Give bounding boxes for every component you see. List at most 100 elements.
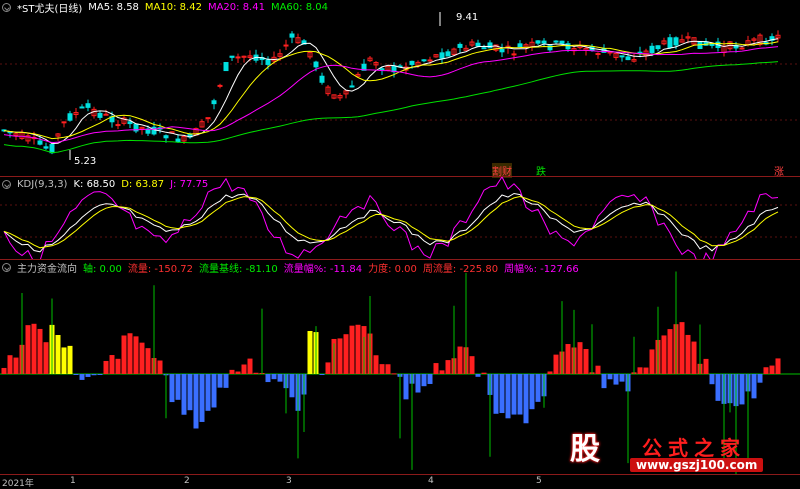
candle-body bbox=[457, 43, 463, 48]
logo-badge: 股 bbox=[570, 432, 600, 467]
flow-bar bbox=[97, 374, 103, 375]
flow-bar bbox=[715, 374, 721, 401]
flow-bar bbox=[169, 374, 175, 403]
logo-url: www.gszj100.com bbox=[630, 458, 764, 472]
flow-bar bbox=[763, 367, 769, 374]
candle-body bbox=[535, 40, 541, 44]
flow-bar bbox=[145, 348, 151, 374]
flow-bar bbox=[757, 374, 763, 383]
flow-bar bbox=[85, 374, 91, 377]
flow-bar bbox=[391, 373, 397, 375]
flow-bar bbox=[31, 323, 37, 374]
flow-bar bbox=[37, 328, 43, 374]
candle-body bbox=[319, 75, 325, 83]
candle-body bbox=[511, 53, 517, 56]
flow-bar bbox=[709, 374, 715, 385]
flow-bar bbox=[691, 341, 697, 374]
flow-bar bbox=[223, 374, 229, 388]
flow-bar bbox=[493, 374, 499, 414]
flow-bar bbox=[439, 370, 445, 374]
candle-body bbox=[79, 106, 85, 109]
candle-body bbox=[313, 61, 319, 68]
flow-bar bbox=[679, 322, 685, 374]
flow-bar bbox=[253, 372, 259, 374]
candle-body bbox=[49, 144, 55, 154]
flow-bar bbox=[211, 374, 217, 408]
flow-bar bbox=[217, 374, 223, 388]
candle-body bbox=[541, 40, 547, 44]
flow-bar bbox=[277, 374, 283, 382]
flow-bar bbox=[535, 374, 541, 402]
flow-bar bbox=[109, 355, 115, 374]
flow-bar bbox=[649, 349, 655, 374]
candle-body bbox=[163, 135, 169, 139]
flow-bar bbox=[121, 335, 127, 374]
candle-body bbox=[625, 56, 631, 61]
flow-bar bbox=[517, 374, 523, 415]
flow-bar bbox=[547, 371, 553, 374]
flow-bar bbox=[133, 336, 139, 374]
kdj-panel[interactable]: KDJ(9,3,3) K: 68.50 D: 63.87 J: 77.75 bbox=[0, 177, 800, 259]
flow-bar bbox=[445, 360, 451, 374]
candle-body bbox=[67, 113, 73, 121]
flow-bar bbox=[247, 358, 253, 374]
flow-bar bbox=[595, 365, 601, 374]
flow-bar bbox=[415, 374, 421, 393]
kline-panel[interactable]: *ST尤夫(日线) MA5: 8.58 MA10: 8.42 MA20: 8.4… bbox=[0, 0, 800, 178]
candle-body bbox=[517, 43, 523, 48]
flow-bar bbox=[73, 374, 79, 375]
flow-bar bbox=[379, 364, 385, 374]
flow-bar bbox=[583, 349, 589, 374]
candle-body bbox=[229, 55, 235, 58]
flow-bar bbox=[157, 360, 163, 374]
flow-bar bbox=[193, 374, 199, 429]
time-axis: 2021年 1 2 3 4 5 bbox=[0, 474, 800, 489]
flow-bar bbox=[457, 346, 463, 374]
flow-bar bbox=[553, 354, 559, 374]
flow-bar bbox=[199, 374, 205, 422]
candle-body bbox=[235, 56, 241, 59]
flow-bar bbox=[751, 374, 757, 399]
candle-body bbox=[289, 33, 295, 38]
candle-body bbox=[673, 37, 679, 46]
flow-bar bbox=[529, 374, 535, 410]
flow-bar bbox=[511, 374, 517, 415]
flow-bar bbox=[181, 374, 187, 415]
flow-bar bbox=[661, 335, 667, 374]
candle-body bbox=[43, 146, 49, 149]
flow-bar bbox=[565, 344, 571, 374]
kdj-chart[interactable] bbox=[0, 177, 800, 259]
flow-bar bbox=[67, 345, 73, 374]
flow-bar bbox=[187, 374, 193, 411]
flow-bar bbox=[613, 374, 619, 385]
candle-body bbox=[427, 59, 433, 62]
candle-body bbox=[85, 103, 91, 108]
candle-body bbox=[667, 37, 673, 48]
flow-bar bbox=[577, 342, 583, 374]
candle-body bbox=[565, 43, 571, 50]
flow-bar bbox=[523, 374, 529, 424]
flow-bar bbox=[235, 371, 241, 374]
flow-bar bbox=[643, 367, 649, 374]
candle-body bbox=[223, 62, 229, 72]
candle-body bbox=[265, 59, 271, 65]
time-label: 2 bbox=[184, 476, 190, 486]
time-label: 3 bbox=[286, 476, 292, 486]
candle-body bbox=[151, 126, 157, 135]
candle-body bbox=[445, 51, 451, 57]
flow-bar bbox=[607, 374, 613, 380]
flow-bar bbox=[139, 342, 145, 374]
flow-bar bbox=[499, 374, 505, 414]
flow-bar bbox=[475, 374, 481, 377]
flow-bar bbox=[79, 374, 85, 380]
flow-bar bbox=[229, 369, 235, 374]
candle-body bbox=[211, 100, 217, 105]
candle-body bbox=[739, 47, 745, 50]
candle-body bbox=[481, 47, 487, 50]
candle-body bbox=[37, 140, 43, 145]
flow-bar bbox=[427, 374, 433, 384]
time-label: 2021年 bbox=[2, 479, 34, 489]
flow-bar bbox=[13, 357, 19, 374]
kline-chart[interactable] bbox=[0, 0, 800, 176]
candle-body bbox=[499, 48, 505, 53]
